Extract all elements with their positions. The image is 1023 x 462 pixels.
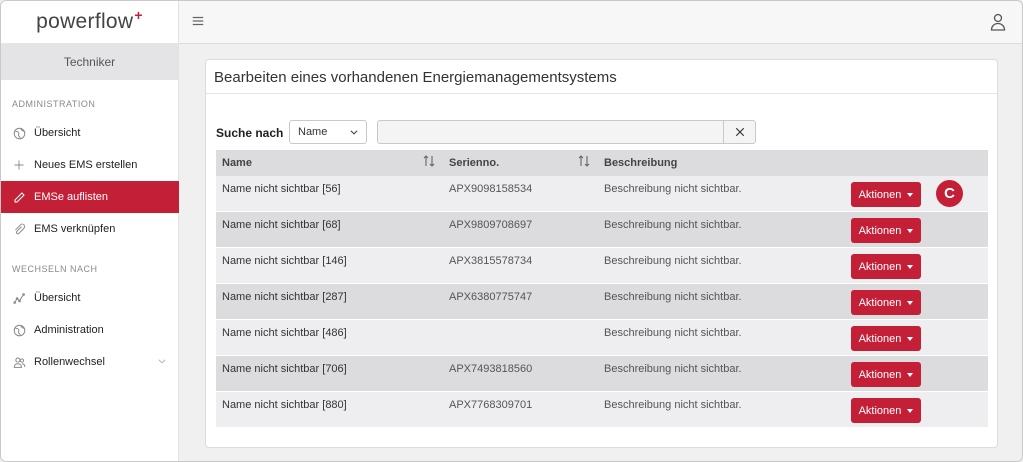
hamburger-menu-icon[interactable] <box>191 14 205 28</box>
caret-down-icon <box>907 372 914 377</box>
chevron-down-icon[interactable] <box>157 356 167 369</box>
sidebar-item-label: Neues EMS erstellen <box>34 159 138 171</box>
table-header: Name Serienno. Beschreibung <box>216 150 988 176</box>
section-title-switch: WECHSELN NACH <box>12 264 98 274</box>
column-header-serial[interactable]: Serienno. <box>449 157 499 169</box>
search-field-select[interactable]: Name <box>289 120 367 144</box>
cell-name: Name nicht sichtbar [56] <box>222 183 341 195</box>
sidebar-item-label: Rollenwechsel <box>34 356 105 368</box>
sort-icon[interactable] <box>578 154 590 168</box>
actions-button[interactable]: Aktionen <box>851 254 921 279</box>
sidebar-item-switch-overview[interactable]: Übersicht <box>1 282 179 314</box>
cell-description: Beschreibung nicht sichtbar. <box>604 255 742 267</box>
sidebar-item-label: EMS verknüpfen <box>34 223 116 235</box>
cell-serial: APX9809708697 <box>449 219 533 231</box>
cell-serial: APX9098158534 <box>449 183 533 195</box>
cell-name: Name nicht sichtbar [706] <box>222 363 347 375</box>
table-row[interactable]: Name nicht sichtbar [56] APX9098158534 B… <box>216 176 988 212</box>
link-icon <box>12 222 26 236</box>
caret-down-icon <box>907 192 914 197</box>
sidebar-item-role-switch[interactable]: Rollenwechsel <box>1 346 179 378</box>
globe-icon <box>12 323 26 337</box>
caret-down-icon <box>907 336 914 341</box>
actions-label: Aktionen <box>858 188 902 201</box>
cell-serial: APX7768309701 <box>449 399 533 411</box>
search-field-value: Name <box>298 126 328 138</box>
ems-table: Name Serienno. Beschreibung Name nicht s… <box>216 150 988 428</box>
search-label: Suche nach <box>216 126 284 140</box>
column-header-name[interactable]: Name <box>222 157 252 169</box>
close-icon <box>735 127 744 137</box>
table-row[interactable]: Name nicht sichtbar [146] APX3815578734 … <box>216 248 988 284</box>
cell-serial: APX6380775747 <box>449 291 533 303</box>
chevron-down-icon <box>349 127 359 137</box>
search-input[interactable] <box>377 120 723 144</box>
topbar <box>179 1 1022 44</box>
caret-down-icon <box>907 408 914 413</box>
sidebar: powerflow + Techniker ADMINISTRATION Über… <box>1 1 179 461</box>
sidebar-item-overview[interactable]: Übersicht <box>1 117 179 149</box>
globe-icon <box>12 126 26 140</box>
cell-name: Name nicht sichtbar [486] <box>222 327 347 339</box>
page-title: Bearbeiten eines vorhandenen Energiemana… <box>206 60 997 94</box>
cursor-marker-badge: C <box>936 180 963 207</box>
cell-name: Name nicht sichtbar [287] <box>222 291 347 303</box>
actions-label: Aktionen <box>858 260 902 273</box>
actions-label: Aktionen <box>858 296 902 309</box>
caret-down-icon <box>907 300 914 305</box>
cell-name: Name nicht sichtbar [880] <box>222 399 347 411</box>
sidebar-item-label: Übersicht <box>34 127 81 139</box>
actions-button[interactable]: Aktionen <box>851 398 921 423</box>
sidebar-item-switch-administration[interactable]: Administration <box>1 314 179 346</box>
cell-description: Beschreibung nicht sichtbar. <box>604 363 742 375</box>
cell-description: Beschreibung nicht sichtbar. <box>604 399 742 411</box>
table-row[interactable]: Name nicht sichtbar [287] APX6380775747 … <box>216 284 988 320</box>
current-role: Techniker <box>1 44 178 80</box>
cell-name: Name nicht sichtbar [68] <box>222 219 341 231</box>
cell-description: Beschreibung nicht sichtbar. <box>604 327 742 339</box>
brand-logo[interactable]: powerflow + <box>1 1 178 44</box>
sidebar-item-link-ems[interactable]: EMS verknüpfen <box>1 213 179 245</box>
table-row[interactable]: Name nicht sichtbar [880] APX7768309701 … <box>216 392 988 428</box>
actions-button[interactable]: Aktionen <box>851 218 921 243</box>
app-window: powerflow + Techniker ADMINISTRATION Über… <box>0 0 1023 462</box>
pencil-icon <box>12 190 26 204</box>
brand-name: powerflow <box>36 10 134 33</box>
sidebar-item-new-ems[interactable]: Neues EMS erstellen <box>1 149 179 181</box>
sidebar-item-label: Übersicht <box>34 292 81 304</box>
table-row[interactable]: Name nicht sichtbar [68] APX9809708697 B… <box>216 212 988 248</box>
chart-line-icon <box>12 291 26 305</box>
plus-icon <box>12 158 26 172</box>
actions-label: Aktionen <box>858 368 902 381</box>
cell-serial: APX7493818560 <box>449 363 533 375</box>
cell-serial: APX3815578734 <box>449 255 533 267</box>
sidebar-item-label: EMSe auflisten <box>34 191 108 203</box>
cell-description: Beschreibung nicht sichtbar. <box>604 219 742 231</box>
table-row[interactable]: Name nicht sichtbar [486] Beschreibung n… <box>216 320 988 356</box>
section-title-administration: ADMINISTRATION <box>12 99 96 109</box>
table-row[interactable]: Name nicht sichtbar [706] APX7493818560 … <box>216 356 988 392</box>
actions-button[interactable]: Aktionen <box>851 290 921 315</box>
ems-list-card: Bearbeiten eines vorhandenen Energiemana… <box>205 59 998 448</box>
brand-mark: + <box>134 7 143 23</box>
search-row: Suche nach Name <box>216 120 756 144</box>
cell-description: Beschreibung nicht sichtbar. <box>604 183 742 195</box>
caret-down-icon <box>907 228 914 233</box>
actions-label: Aktionen <box>858 224 902 237</box>
clear-search-button[interactable] <box>723 120 756 144</box>
actions-button[interactable]: Aktionen <box>851 326 921 351</box>
cell-name: Name nicht sichtbar [146] <box>222 255 347 267</box>
user-profile-icon[interactable] <box>990 13 1006 31</box>
caret-down-icon <box>907 264 914 269</box>
sidebar-item-list-ems[interactable]: EMSe auflisten <box>1 181 179 213</box>
users-icon <box>12 355 26 369</box>
column-header-description[interactable]: Beschreibung <box>604 157 677 169</box>
sort-icon[interactable] <box>423 154 435 168</box>
actions-label: Aktionen <box>858 404 902 417</box>
cell-description: Beschreibung nicht sichtbar. <box>604 291 742 303</box>
sidebar-item-label: Administration <box>34 324 104 336</box>
actions-button[interactable]: Aktionen <box>851 362 921 387</box>
actions-button[interactable]: Aktionen <box>851 182 921 207</box>
actions-label: Aktionen <box>858 332 902 345</box>
